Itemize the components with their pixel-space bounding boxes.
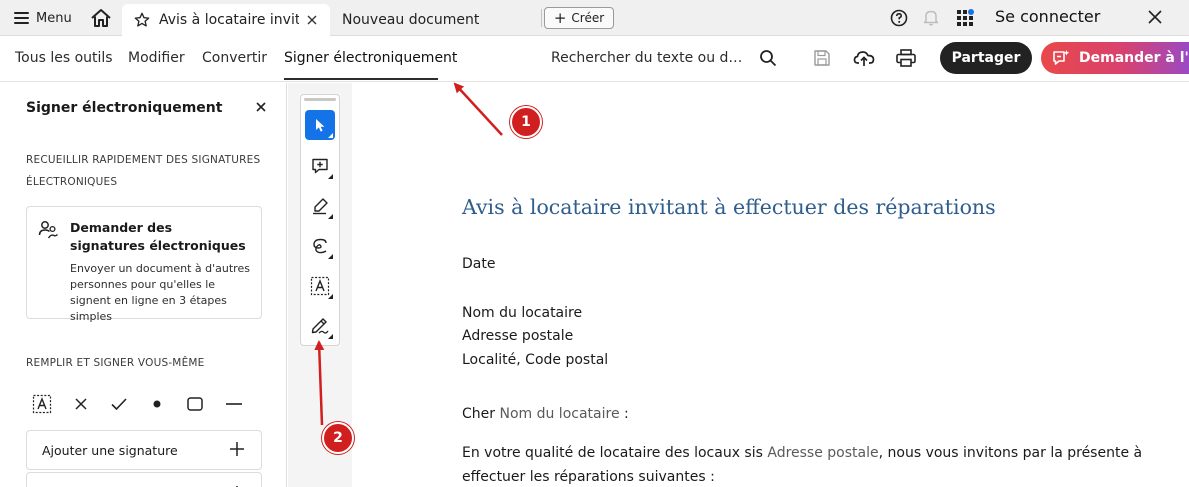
body-suffix: , nous vous invitons par la présente à xyxy=(878,445,1143,461)
tab-separator xyxy=(541,9,542,27)
dot-icon[interactable] xyxy=(146,393,168,415)
cloud-upload-icon[interactable] xyxy=(853,48,875,68)
fill-sign-tool[interactable] xyxy=(305,311,335,341)
body-line-2: effectuer les réparations suivantes : xyxy=(462,469,715,485)
main-toolbar: Tous les outils Modifier Convertir Signe… xyxy=(0,36,1189,82)
cursor-icon xyxy=(316,119,325,132)
menu-label: Menu xyxy=(36,10,72,26)
panel-title: Signer électroniquement xyxy=(26,100,223,116)
close-window-icon[interactable] xyxy=(1146,8,1164,26)
request-signatures-card[interactable]: Demander des signatures électroniques En… xyxy=(26,206,262,323)
save-icon[interactable] xyxy=(812,48,832,68)
text-field-icon[interactable] xyxy=(31,393,53,415)
fill-sign-tools xyxy=(31,393,251,415)
document-page: Avis à locataire invitant à effectuer de… xyxy=(352,83,1189,487)
greeting-suffix: : xyxy=(619,406,629,422)
star-icon[interactable] xyxy=(134,12,150,28)
body-prefix: En votre qualité de locataire des locaux… xyxy=(462,445,768,461)
comment-plus-icon xyxy=(312,158,328,174)
highlighter-icon xyxy=(313,198,328,215)
address-line: Adresse postale xyxy=(462,328,574,344)
section-heading-collect: RECUEILLIR RAPIDEMENT DES SIGNATURES ÉLE… xyxy=(26,154,261,188)
annotation-badge-1: 1 xyxy=(510,106,542,138)
cross-mark-icon[interactable] xyxy=(70,393,92,415)
create-label: Créer xyxy=(571,11,605,25)
active-tab-underline xyxy=(284,78,438,80)
plus-icon: + xyxy=(553,8,567,27)
e-sign-panel: Signer électroniquement RECUEILLIR RAPID… xyxy=(0,83,287,487)
nav-all-tools[interactable]: Tous les outils xyxy=(15,50,113,66)
nav-edit[interactable]: Modifier xyxy=(128,50,185,66)
check-mark-icon[interactable] xyxy=(108,393,130,415)
freehand-draw-icon xyxy=(313,238,327,254)
tab-title: Nouveau document xyxy=(342,12,480,28)
body-address-placeholder: Adresse postale xyxy=(767,445,879,461)
tab-bar: Menu Avis à locataire invit… Nouveau doc… xyxy=(0,0,1189,36)
apps-grid-icon[interactable] xyxy=(956,9,974,27)
vertical-toolbar xyxy=(300,94,340,346)
menu-button[interactable]: Menu xyxy=(14,9,72,27)
hamburger-icon xyxy=(14,12,29,24)
home-button[interactable] xyxy=(90,8,112,28)
card-title: Demander des signatures électroniques xyxy=(70,220,246,253)
ask-assistant-button[interactable]: Demander à l'As xyxy=(1041,42,1189,74)
add-initials-button[interactable] xyxy=(26,472,262,487)
home-icon xyxy=(91,9,111,27)
greeting-prefix: Cher xyxy=(462,406,500,422)
toolbar-grip[interactable] xyxy=(304,98,336,101)
pen-sign-icon xyxy=(311,318,329,334)
create-button[interactable]: + Créer xyxy=(544,7,614,29)
section-heading-fill-sign: REMPLIR ET SIGNER VOUS-MÊME xyxy=(26,357,205,369)
tab-title: Avis à locataire invit… xyxy=(159,12,299,28)
draw-tool[interactable] xyxy=(305,231,335,261)
ai-assistant-icon xyxy=(1053,50,1070,65)
share-button[interactable]: Partager xyxy=(940,42,1032,74)
nav-convert[interactable]: Convertir xyxy=(202,50,267,66)
nav-e-sign[interactable]: Signer électroniquement xyxy=(284,50,457,66)
date-line: Date xyxy=(462,256,496,272)
card-description: Envoyer un document à d'autres personnes… xyxy=(70,262,250,323)
text-box-icon xyxy=(310,276,330,296)
ask-assistant-label: Demander à l'As xyxy=(1079,50,1189,66)
add-signature-button[interactable]: Ajouter une signature xyxy=(26,430,262,470)
close-tab-icon[interactable] xyxy=(304,12,320,28)
rectangle-icon[interactable] xyxy=(184,393,206,415)
highlight-tool[interactable] xyxy=(305,191,335,221)
body-line-1: En votre qualité de locataire des locaux… xyxy=(462,441,1142,465)
add-signature-label: Ajouter une signature xyxy=(42,443,178,458)
help-icon[interactable] xyxy=(890,9,908,27)
select-tool[interactable] xyxy=(305,110,335,140)
bell-icon[interactable] xyxy=(922,8,940,27)
search-icon[interactable] xyxy=(759,49,777,67)
line-icon[interactable] xyxy=(223,393,245,415)
plus-icon xyxy=(230,442,244,456)
close-panel-icon[interactable] xyxy=(254,100,268,114)
annotation-badge-2: 2 xyxy=(322,422,354,454)
tab-new-document[interactable]: Nouveau document xyxy=(342,4,532,36)
document-title: Avis à locataire invitant à effectuer de… xyxy=(462,195,996,219)
request-signatures-icon xyxy=(38,221,58,239)
greeting-name-placeholder: Nom du locataire xyxy=(499,406,620,422)
city-line: Localité, Code postal xyxy=(462,352,609,368)
text-recognition-tool[interactable] xyxy=(305,271,335,301)
search-field[interactable]: Rechercher du texte ou des o… xyxy=(551,50,751,66)
print-icon[interactable] xyxy=(895,48,917,68)
tab-active-document[interactable]: Avis à locataire invit… xyxy=(122,4,330,36)
add-comment-tool[interactable] xyxy=(305,151,335,181)
tenant-name-line: Nom du locataire xyxy=(462,305,583,321)
greeting-line: Cher Nom du locataire : xyxy=(462,402,629,426)
sign-in-link[interactable]: Se connecter xyxy=(995,7,1100,26)
